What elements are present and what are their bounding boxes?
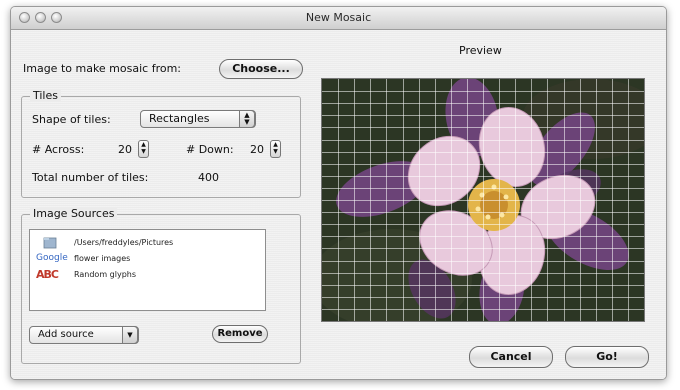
popup-arrows-icon: ▲ ▼ <box>239 110 255 128</box>
across-value[interactable]: 20 <box>118 143 132 156</box>
image-source-label: Image to make mosaic from: <box>23 62 182 75</box>
popup-arrow-icon: ▼ <box>122 326 138 344</box>
choose-button[interactable]: Choose... <box>219 59 303 79</box>
tiles-legend: Tiles <box>30 89 61 102</box>
source-item-label: /Users/freddyles/Pictures <box>74 238 174 247</box>
shape-of-tiles-value: Rectangles <box>149 112 210 125</box>
shape-of-tiles-label: Shape of tiles: <box>32 113 111 126</box>
cancel-button[interactable]: Cancel <box>469 346 553 368</box>
abc-glyphs-icon: ABC <box>36 268 59 281</box>
source-item-label: Random glyphs <box>74 270 137 279</box>
across-label: # Across: <box>32 143 85 156</box>
image-sources-legend: Image Sources <box>30 207 118 220</box>
go-button[interactable]: Go! <box>565 346 649 368</box>
flower-image <box>322 79 644 321</box>
total-tiles-label: Total number of tiles: <box>32 171 149 184</box>
title-bar[interactable]: New Mosaic <box>11 7 666 30</box>
source-item-label: flower images <box>74 254 131 263</box>
remove-button[interactable]: Remove <box>212 325 268 343</box>
window-title: New Mosaic <box>305 11 372 24</box>
down-stepper[interactable]: ▲ ▼ <box>270 140 281 158</box>
shape-of-tiles-select[interactable]: Rectangles ▲ ▼ <box>140 110 256 128</box>
add-source-label: Add source <box>38 329 94 340</box>
folder-icon <box>36 236 66 250</box>
new-mosaic-window: New Mosaic Image to make mosaic from: Ch… <box>10 6 667 380</box>
across-stepper[interactable]: ▲ ▼ <box>138 140 149 158</box>
preview-image <box>321 78 645 322</box>
tiles-group: Tiles Shape of tiles: Rectangles ▲ ▼ # Ac… <box>21 89 301 198</box>
image-sources-list[interactable]: /Users/freddyles/Pictures Google flower … <box>29 229 266 311</box>
total-tiles-value: 400 <box>198 171 219 184</box>
down-value[interactable]: 20 <box>250 143 264 156</box>
image-sources-group: Image Sources /Users/freddyles/Pictures … <box>21 207 301 364</box>
down-label: # Down: <box>186 143 234 156</box>
window-body: Image to make mosaic from: Choose... Til… <box>11 30 666 379</box>
add-source-select[interactable]: Add source ▼ <box>29 326 139 344</box>
preview-label: Preview <box>459 44 502 57</box>
google-logo: Google <box>36 253 68 263</box>
